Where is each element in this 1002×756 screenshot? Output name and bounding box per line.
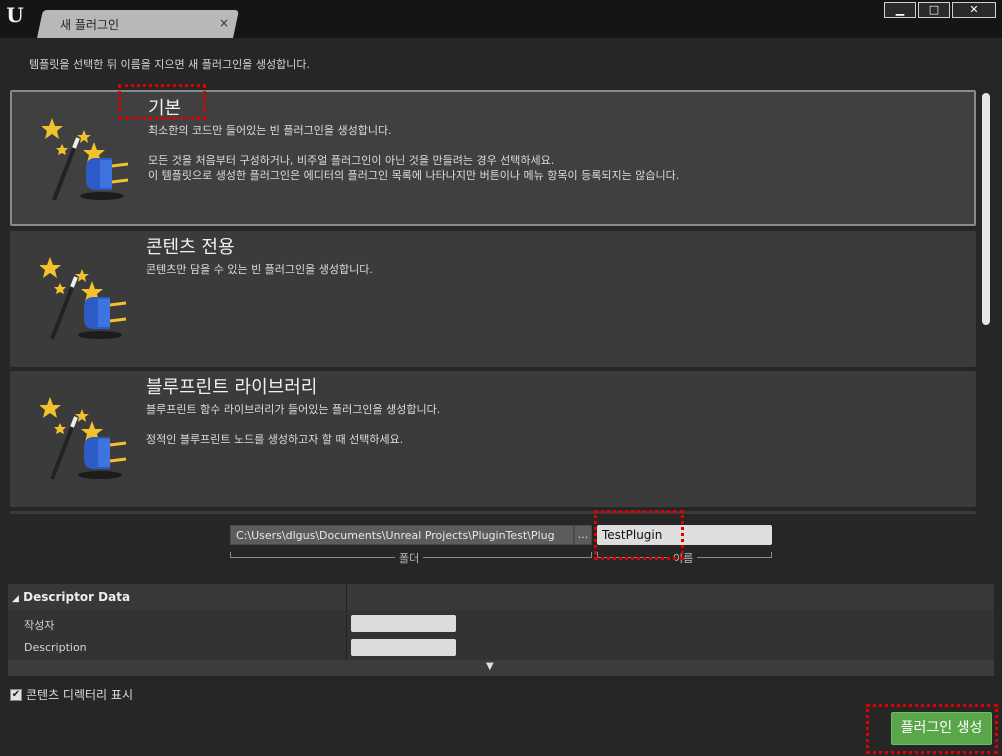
window-controls: ▁ □ ✕: [884, 2, 996, 18]
expand-down-icon: ▼: [486, 661, 494, 672]
show-content-dir-label: 콘텐츠 디렉터리 표시: [26, 688, 133, 702]
descriptor-title-text: Descriptor Data: [23, 590, 131, 604]
template-card-more[interactable]: [10, 511, 976, 514]
descriptor-row-description: Description: [8, 636, 994, 660]
plugin-name-input[interactable]: TestPlugin: [597, 525, 772, 545]
template-description: 이 템플릿으로 생성한 플러그인은 에디터의 플러그인 목록에 나타나지만 버튼…: [148, 169, 680, 182]
descriptor-header[interactable]: ◢ Descriptor Data: [8, 584, 994, 610]
descriptor-title: ◢ Descriptor Data: [12, 590, 130, 604]
plugin-wand-icon: [40, 257, 127, 340]
template-description: 최소한의 코드만 들어있는 빈 플러그인을 생성합니다.: [148, 124, 392, 137]
tab-label: 새 플러그인: [60, 18, 120, 32]
folder-label-tick: [591, 552, 592, 557]
show-content-dir-checkbox[interactable]: ✔: [10, 688, 22, 701]
template-title: 블루프린트 라이브러리: [146, 377, 318, 398]
author-input[interactable]: [351, 615, 456, 632]
close-button[interactable]: ✕: [952, 2, 996, 18]
name-label: 이름: [669, 550, 698, 566]
tab-close-icon[interactable]: ×: [219, 16, 229, 30]
template-card-content-only[interactable]: 콘텐츠 전용 콘텐츠만 담을 수 있는 빈 플러그인을 생성합니다.: [10, 231, 976, 367]
folder-label: 폴더: [395, 550, 424, 566]
description-label: Description: [24, 641, 87, 654]
create-plugin-button[interactable]: 플러그인 생성: [891, 712, 992, 745]
instructions-text: 템플릿을 선택한 뒤 이름을 지으면 새 플러그인을 생성합니다.: [29, 58, 310, 71]
descriptor-expand-bar[interactable]: ▼: [8, 660, 994, 676]
author-label: 작성자: [24, 619, 55, 632]
template-description: 블루프린트 함수 라이브러리가 들어있는 플러그인을 생성합니다.: [146, 403, 441, 416]
unreal-logo-icon: U: [6, 3, 24, 27]
name-label-tick: [597, 552, 598, 557]
plugin-wand-icon: [40, 397, 127, 480]
descriptor-row-author: 작성자: [8, 612, 994, 636]
browse-folder-button[interactable]: ...: [574, 525, 592, 545]
template-description: 정적인 블루프린트 노드를 생성하고자 할 때 선택하세요.: [146, 433, 404, 446]
show-content-dir-option: ✔ 콘텐츠 디렉터리 표시: [10, 686, 133, 703]
collapse-triangle-icon: ◢: [12, 594, 19, 604]
descriptor-data-panel: ◢ Descriptor Data 작성자 Description ▼: [8, 584, 994, 676]
template-list-scrollbar[interactable]: [982, 93, 990, 325]
template-title: 기본: [148, 98, 182, 119]
plugin-wand-icon: [42, 118, 129, 201]
template-title: 콘텐츠 전용: [146, 237, 235, 258]
minimize-button[interactable]: ▁: [884, 2, 916, 18]
description-input[interactable]: [351, 639, 456, 656]
name-label-tick: [771, 552, 772, 557]
template-card-basic[interactable]: 기본 최소한의 코드만 들어있는 빈 플러그인을 생성합니다. 모든 것을 처음…: [10, 90, 976, 226]
template-list: 기본 최소한의 코드만 들어있는 빈 플러그인을 생성합니다. 모든 것을 처음…: [8, 90, 978, 514]
title-bar: U 새 플러그인 × ▁ □ ✕: [0, 0, 1002, 38]
folder-label-tick: [230, 552, 231, 557]
plugin-folder-input[interactable]: C:\Users\dlgus\Documents\Unreal Projects…: [230, 525, 574, 545]
template-description: 모든 것을 처음부터 구성하거나, 비주얼 플러그인이 아닌 것을 만들려는 경…: [148, 154, 555, 167]
template-card-blueprint-library[interactable]: 블루프린트 라이브러리 블루프린트 함수 라이브러리가 들어있는 플러그인을 생…: [10, 371, 976, 507]
maximize-button[interactable]: □: [918, 2, 950, 18]
new-plugin-panel: 템플릿을 선택한 뒤 이름을 지으면 새 플러그인을 생성합니다. 기본 최소한…: [0, 38, 1002, 756]
template-description: 콘텐츠만 담을 수 있는 빈 플러그인을 생성합니다.: [146, 263, 373, 276]
